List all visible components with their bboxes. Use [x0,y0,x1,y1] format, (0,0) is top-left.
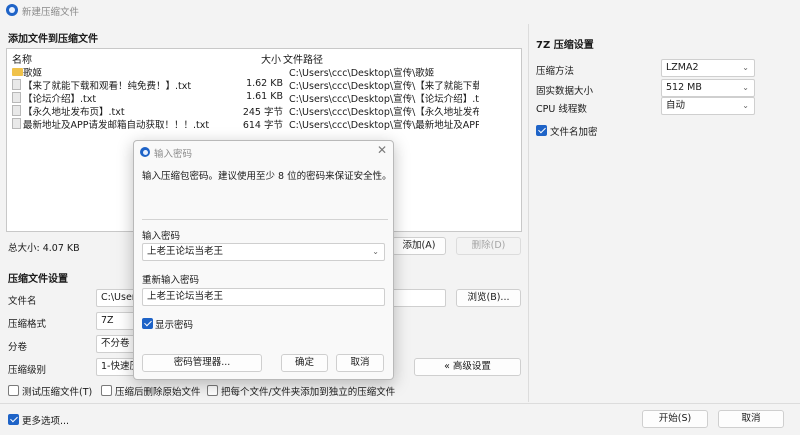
separate-archives-checkbox[interactable] [207,385,218,396]
add-button[interactable]: 添加(A) [392,237,446,255]
method-label: 压缩方法 [536,66,575,77]
show-password-checkbox[interactable] [142,318,153,329]
archive-settings-title: 压缩文件设置 [8,274,68,285]
test-archive-label[interactable]: 测试压缩文件(T) [22,384,92,398]
reenter-password-input[interactable]: 上老王论坛当老王 [142,288,385,306]
delete-button[interactable]: 删除(D) [456,237,521,255]
more-options-label[interactable]: 更多选项... [22,413,69,427]
file-path: C:\Users\ccc\Desktop\宣传\歌姬 [289,68,435,79]
encrypt-filenames-checkbox[interactable] [536,125,547,136]
dict-size-value: 512 MB [666,82,702,93]
list-item[interactable]: 歌姬 C:\Users\ccc\Desktop\宣传\歌姬 [7,65,521,79]
chevron-down-icon: ⌄ [742,83,749,92]
total-size: 总大小: 4.07 KB [8,243,80,254]
app-icon [140,147,150,157]
dialog-cancel-button[interactable]: 取消 [336,354,384,372]
chevron-down-icon[interactable]: ⌄ [372,244,379,260]
folder-icon [12,68,23,76]
delete-after-label[interactable]: 压缩后删除原始文件 [115,384,201,398]
file-path: C:\Users\ccc\Desktop\宣传\【论坛介绍】.txt [289,94,479,105]
text-file-icon [12,118,21,129]
format-label: 压缩格式 [8,319,47,330]
method-select[interactable]: LZMA2 ⌄ [661,59,755,77]
file-size: 245 字节 [242,107,283,118]
dict-size-select[interactable]: 512 MB ⌄ [661,79,755,97]
file-size: 1.62 KB [246,78,283,89]
close-icon[interactable]: ✕ [377,143,387,157]
list-item[interactable]: 【永久地址发布页】.txt 245 字节 C:\Users\ccc\Deskto… [7,104,521,118]
password-input[interactable]: 上老王论坛当老王 ⌄ [142,243,385,261]
file-path: C:\Users\ccc\Desktop\宣传\【来了就能下载和... [289,81,479,92]
ok-button[interactable]: 确定 [281,354,328,372]
app-icon [6,4,18,16]
window-title: 新建压缩文件 [22,7,80,18]
list-item[interactable]: 【论坛介绍】.txt 1.61 KB C:\Users\ccc\Desktop\… [7,91,521,105]
password-dialog: 输入密码 ✕ 输入压缩包密码。建议使用至少 8 位的密码来保证安全性。 输入密码… [133,140,394,380]
password-label: 输入密码 [142,231,181,242]
reenter-password-label: 重新输入密码 [142,275,200,286]
dialog-hint: 输入压缩包密码。建议使用至少 8 位的密码来保证安全性。 [142,171,392,182]
format-value: 7Z [101,315,114,326]
column-header-size[interactable]: 大小 [261,51,281,66]
seven-z-settings-title: 7Z 压缩设置 [536,40,594,51]
threads-value: 自动 [666,100,686,111]
start-button[interactable]: 开始(S) [642,410,708,428]
text-file-icon [12,79,21,90]
files-section-title: 添加文件到压缩文件 [8,34,98,45]
threads-label: CPU 线程数 [536,104,587,115]
dialog-title: 输入密码 [154,149,193,160]
method-value: LZMA2 [666,62,699,73]
file-size: 614 字节 [242,120,283,131]
split-label: 分卷 [8,342,28,353]
text-file-icon [12,105,21,116]
advanced-settings-button[interactable]: « 高级设置 [414,358,521,376]
delete-after-checkbox[interactable] [101,385,112,396]
file-path: C:\Users\ccc\Desktop\宣传\【永久地址发布页... [289,107,479,118]
test-archive-checkbox[interactable] [8,385,19,396]
cancel-button[interactable]: 取消 [718,410,784,428]
password-value: 上老王论坛当老王 [147,246,224,257]
show-password-label[interactable]: 显示密码 [155,317,193,331]
password-manager-button[interactable]: 密码管理器... [142,354,262,372]
dict-size-label: 固实数据大小 [536,86,594,97]
file-path: C:\Users\ccc\Desktop\宣传\最新地址及APP请... [289,120,479,131]
list-item[interactable]: 【来了就能下载和观看！纯免费！】.txt 1.62 KB C:\Users\cc… [7,78,521,92]
file-size: 1.61 KB [246,91,283,102]
title-bar: 新建压缩文件 [0,0,800,20]
separate-archives-label[interactable]: 把每个文件/文件夹添加到独立的压缩文件 [221,384,395,398]
threads-select[interactable]: 自动 ⌄ [661,97,755,115]
browse-button[interactable]: 浏览(B)... [456,289,521,307]
file-name: 歌姬 [23,68,43,79]
column-header-name[interactable]: 名称 [12,51,32,66]
text-file-icon [12,92,21,103]
split-value: 不分卷 [101,338,130,349]
filename-label: 文件名 [8,296,37,307]
list-item[interactable]: 最新地址及APP请发邮箱自动获取！！！.txt 614 字节 C:\Users\… [7,117,521,131]
chevron-down-icon: ⌄ [742,63,749,72]
encrypt-filenames-label[interactable]: 文件名加密 [550,124,598,138]
level-label: 压缩级别 [8,365,47,376]
column-header-path[interactable]: 文件路径 [283,51,323,66]
more-options-checkbox[interactable] [8,414,19,425]
chevron-down-icon: ⌄ [742,101,749,110]
divider [142,219,388,220]
